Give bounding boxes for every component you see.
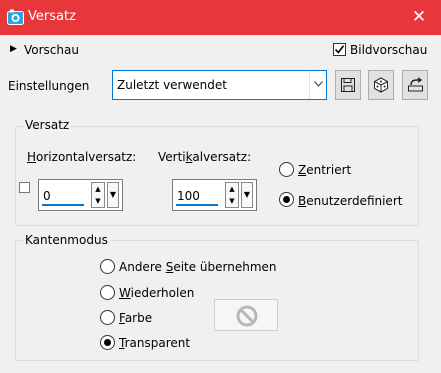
expand-arrow-icon[interactable]: ▶ <box>10 44 17 54</box>
reset-icon <box>408 77 423 92</box>
updown-arrows-icon[interactable]: ▲ ▼ <box>225 182 239 208</box>
image-preview-checkbox[interactable] <box>333 43 346 56</box>
vertical-offset-value[interactable]: 100 <box>177 189 200 203</box>
save-icon <box>341 78 355 92</box>
close-icon[interactable]: ✕ <box>397 0 441 35</box>
checkmark-icon <box>334 45 345 54</box>
centered-radio[interactable] <box>279 162 294 177</box>
centered-label: Zentriert <box>298 163 352 177</box>
edge-repeat-label: Wiederholen <box>119 286 195 300</box>
edge-repeat-radio[interactable] <box>100 285 115 300</box>
input-underline <box>176 204 218 206</box>
chevron-down-icon[interactable] <box>309 71 326 99</box>
vertical-offset-label: Vertikalversatz: <box>158 150 252 164</box>
preview-toggle-label[interactable]: Vorschau <box>24 43 79 57</box>
horizontal-offset-label: Horizontalversatz: <box>27 150 137 164</box>
window-title: Versatz <box>28 9 76 24</box>
offset-group-label: Versatz <box>23 118 72 132</box>
image-preview-label: Bildvorschau <box>350 43 428 57</box>
input-underline <box>42 204 84 206</box>
edge-other-side-label: Andere Seite übernehmen <box>119 260 277 274</box>
edge-color-label: Farbe <box>119 311 153 325</box>
link-offsets-checkbox[interactable] <box>19 182 30 193</box>
custom-radio[interactable] <box>279 192 294 207</box>
offset-group <box>15 126 419 226</box>
title-bar: Versatz ✕ <box>0 0 441 35</box>
reset-settings-button[interactable] <box>402 70 428 100</box>
settings-dropdown[interactable]: Zuletzt verwendet <box>112 70 327 100</box>
horizontal-offset-value[interactable]: 0 <box>43 189 51 203</box>
random-settings-button[interactable] <box>368 70 394 100</box>
edge-transparent-radio[interactable] <box>100 335 115 350</box>
edge-color-radio[interactable] <box>100 310 115 325</box>
updown-arrows-icon[interactable]: ▲ ▼ <box>91 182 105 208</box>
app-icon <box>7 9 24 25</box>
dice-icon <box>374 77 388 93</box>
save-preset-button[interactable] <box>335 70 361 100</box>
no-color-icon <box>236 305 258 327</box>
vertical-offset-spinner[interactable]: 100 ▲ ▼ ▼ <box>172 179 257 211</box>
edge-color-swatch[interactable] <box>214 299 278 331</box>
spinner-menu-icon[interactable]: ▼ <box>107 182 119 208</box>
edge-mode-group-label: Kantenmodus <box>23 233 110 247</box>
custom-label: Benutzerdefiniert <box>298 194 403 208</box>
edge-transparent-label: Transparent <box>119 336 191 350</box>
edge-other-side-radio[interactable] <box>100 259 115 274</box>
settings-dropdown-value: Zuletzt verwendet <box>117 78 227 92</box>
horizontal-offset-spinner[interactable]: 0 ▲ ▼ ▼ <box>38 179 123 211</box>
spinner-menu-icon[interactable]: ▼ <box>241 182 253 208</box>
settings-label: Einstellungen <box>8 79 90 93</box>
